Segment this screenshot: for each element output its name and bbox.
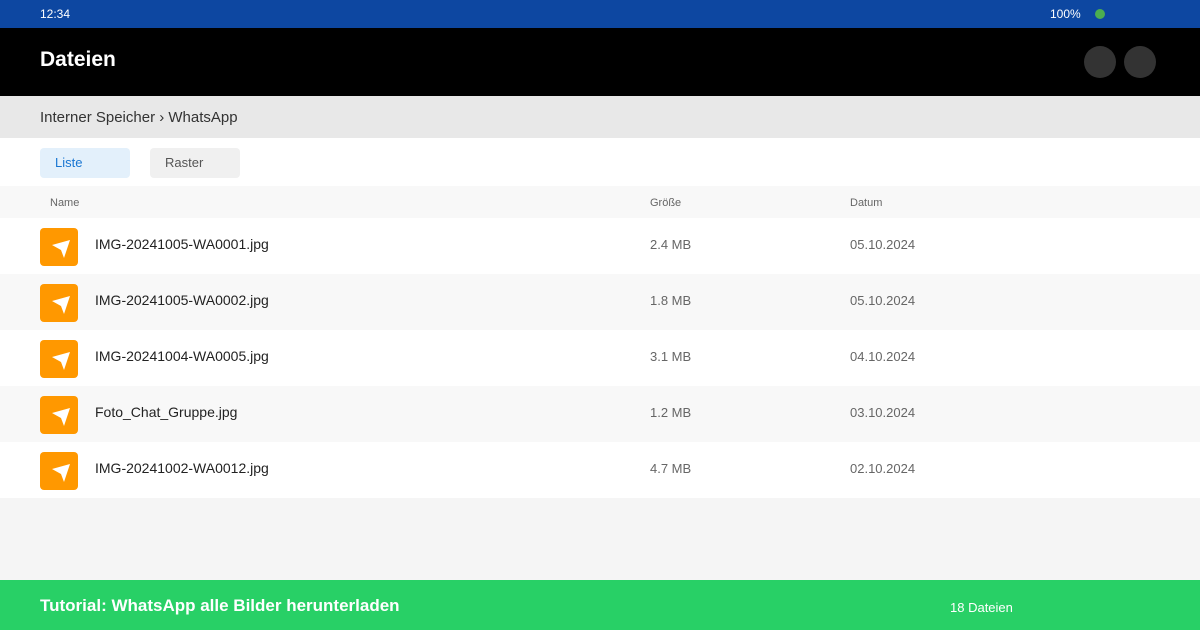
app-bar: Dateien — [0, 28, 1200, 96]
action-button-1[interactable] — [1084, 46, 1116, 78]
status-bar: 12:34 100% — [0, 0, 1200, 28]
image-file-icon — [40, 228, 78, 266]
file-row[interactable]: IMG-20241005-WA0001.jpg 2.4 MB 05.10.2024 — [0, 218, 1200, 274]
column-header: Name Größe Datum — [0, 186, 1200, 218]
view-toggle: Liste Raster — [0, 138, 1200, 186]
page-title: Dateien — [40, 48, 116, 71]
action-button-2[interactable] — [1124, 46, 1156, 78]
image-file-icon — [40, 340, 78, 378]
breadcrumb: Interner Speicher › WhatsApp — [0, 96, 1200, 138]
file-date: 04.10.2024 — [850, 349, 916, 364]
file-date: 02.10.2024 — [850, 461, 916, 476]
battery-level: 100% — [1050, 7, 1081, 21]
file-size: 2.4 MB — [650, 237, 692, 252]
file-size: 4.7 MB — [650, 461, 692, 476]
image-file-icon — [40, 284, 78, 322]
file-size: 3.1 MB — [650, 349, 692, 364]
file-name: IMG-20241005-WA0002.jpg — [95, 292, 269, 308]
footer-title: Tutorial: WhatsApp alle Bilder herunterl… — [40, 596, 400, 615]
image-file-icon — [40, 396, 78, 434]
file-count: 18 Dateien — [950, 600, 1013, 615]
file-name: IMG-20241005-WA0001.jpg — [95, 236, 269, 252]
file-name: IMG-20241004-WA0005.jpg — [95, 348, 269, 364]
breadcrumb-path[interactable]: Interner Speicher › WhatsApp — [40, 109, 238, 126]
file-date: 05.10.2024 — [850, 237, 916, 252]
file-size: 1.8 MB — [650, 293, 692, 308]
file-row[interactable]: IMG-20241002-WA0012.jpg 4.7 MB 02.10.2024 — [0, 442, 1200, 498]
file-date: 03.10.2024 — [850, 405, 916, 420]
file-name: Foto_Chat_Gruppe.jpg — [95, 404, 238, 420]
image-file-icon — [40, 452, 78, 490]
footer-banner: Tutorial: WhatsApp alle Bilder herunterl… — [0, 580, 1200, 630]
list-view-button[interactable]: Liste — [40, 148, 130, 178]
column-name-header[interactable]: Name — [50, 197, 79, 209]
file-row[interactable]: IMG-20241005-WA0002.jpg 1.8 MB 05.10.2024 — [0, 274, 1200, 330]
column-size-header[interactable]: Größe — [650, 197, 681, 209]
file-name: IMG-20241002-WA0012.jpg — [95, 460, 269, 476]
status-time: 12:34 — [40, 7, 71, 21]
column-date-header[interactable]: Datum — [850, 197, 882, 209]
file-date: 05.10.2024 — [850, 293, 916, 308]
file-size: 1.2 MB — [650, 405, 692, 420]
file-row[interactable]: IMG-20241004-WA0005.jpg 3.1 MB 04.10.2024 — [0, 330, 1200, 386]
status-indicator-icon — [1095, 9, 1105, 19]
grid-view-button[interactable]: Raster — [150, 148, 240, 178]
file-row[interactable]: Foto_Chat_Gruppe.jpg 1.2 MB 03.10.2024 — [0, 386, 1200, 442]
